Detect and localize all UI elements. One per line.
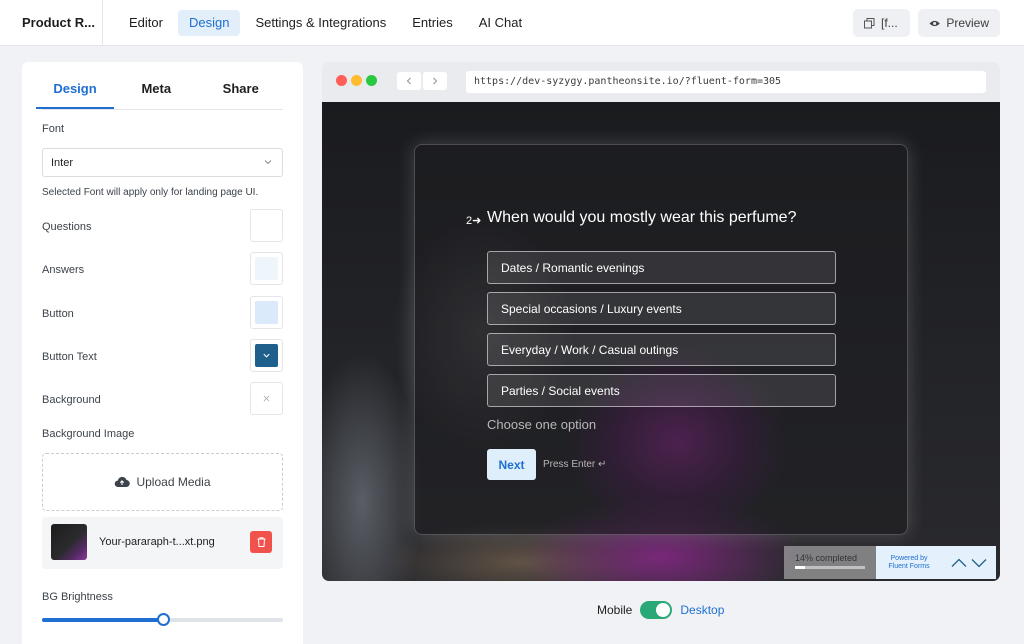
slider-fill: [42, 618, 163, 622]
forward-button[interactable]: [423, 72, 447, 90]
button-color-label: Button: [42, 308, 74, 320]
color-swatch: [255, 301, 278, 324]
bg-brightness-label: BG Brightness: [42, 591, 113, 603]
url-bar[interactable]: https://dev-syzygy.pantheonsite.io/?flue…: [466, 71, 986, 93]
copy-icon: [864, 17, 875, 28]
choose-hint: Choose one option: [487, 417, 597, 432]
answer-option[interactable]: Special occasions / Luxury events: [487, 292, 836, 325]
panel-tab-meta[interactable]: Meta: [114, 62, 199, 109]
shortcode-label: [f...: [881, 16, 898, 30]
divider: [102, 0, 103, 46]
upload-media-button[interactable]: Upload Media: [42, 453, 283, 511]
toggle-knob: [656, 603, 671, 617]
answers-color-picker[interactable]: [250, 252, 283, 285]
browser-toolbar: https://dev-syzygy.pantheonsite.io/?flue…: [322, 62, 1000, 102]
color-swatch: [255, 344, 278, 367]
slider-handle[interactable]: [156, 613, 170, 626]
chevron-up-icon: [951, 558, 967, 567]
questions-color-label: Questions: [42, 221, 92, 233]
file-thumbnail: [51, 524, 87, 560]
copy-shortcode-button[interactable]: [f...: [853, 9, 910, 37]
previous-question-button[interactable]: [951, 558, 967, 568]
preview-label: Preview: [946, 16, 989, 30]
next-button[interactable]: Next: [487, 449, 536, 480]
press-enter-hint: Press Enter ↵: [543, 459, 607, 470]
button-text-color-picker[interactable]: [250, 339, 283, 372]
chevron-down-icon: [263, 353, 270, 358]
eye-icon: [929, 20, 940, 26]
button-text-color-label: Button Text: [42, 351, 97, 363]
tab-entries[interactable]: Entries: [401, 10, 463, 36]
progress-track: [795, 566, 865, 569]
powered-by-badge[interactable]: Powered by Fluent Forms: [876, 546, 942, 579]
chevron-right-icon: [433, 77, 438, 85]
chevron-left-icon: [406, 77, 411, 85]
tab-editor[interactable]: Editor: [118, 10, 174, 36]
color-swatch: [255, 257, 278, 280]
window-maximize-dot: [366, 75, 377, 86]
font-label: Font: [42, 123, 65, 135]
back-button[interactable]: [397, 72, 421, 90]
panel-tabs: Design Meta Share: [36, 62, 284, 110]
question-nav: [942, 546, 996, 579]
device-toggle-row: Mobile Desktop: [597, 600, 724, 620]
close-icon: [263, 395, 270, 402]
chevron-down-icon: [264, 160, 272, 165]
color-swatch: [255, 214, 278, 237]
chevron-down-icon: [971, 558, 987, 567]
window-close-dot: [336, 75, 347, 86]
tab-settings-integrations[interactable]: Settings & Integrations: [244, 10, 397, 36]
top-bar: Product R... Editor Design Settings & In…: [0, 0, 1024, 46]
question-card: 2➜ When would you mostly wear this perfu…: [414, 144, 908, 535]
background-color-picker[interactable]: [250, 382, 283, 415]
window-minimize-dot: [351, 75, 362, 86]
mobile-label: Mobile: [597, 603, 633, 617]
font-value: Inter: [51, 157, 74, 169]
font-note: Selected Font will apply only for landin…: [42, 187, 259, 198]
design-settings-panel: Design Meta Share Font Inter Selected Fo…: [22, 62, 303, 644]
answer-option[interactable]: Parties / Social events: [487, 374, 836, 407]
progress-indicator: 14% completed: [784, 546, 876, 579]
tab-ai-chat[interactable]: AI Chat: [468, 10, 533, 36]
uploaded-file: Your-pararaph-t...xt.png: [42, 517, 283, 569]
file-name: Your-pararaph-t...xt.png: [99, 536, 215, 548]
progress-fill: [795, 566, 805, 569]
desktop-label: Desktop: [680, 603, 725, 617]
progress-text: 14% completed: [795, 553, 858, 563]
delete-file-button[interactable]: [250, 531, 272, 553]
background-color-label: Background: [42, 394, 101, 406]
answers-color-label: Answers: [42, 264, 85, 276]
form-title[interactable]: Product R...: [22, 15, 95, 30]
question-number: 2➜: [466, 215, 482, 227]
main-nav: Editor Design Settings & Integrations En…: [118, 10, 533, 36]
next-question-button[interactable]: [971, 558, 987, 568]
color-swatch: [255, 387, 278, 410]
questions-color-picker[interactable]: [250, 209, 283, 242]
tab-design[interactable]: Design: [177, 10, 241, 36]
cloud-upload-icon: [115, 476, 131, 488]
browser-nav: [397, 72, 447, 90]
fluent-forms-line: Fluent Forms: [888, 563, 930, 570]
bg-brightness-slider[interactable]: [42, 613, 283, 626]
font-select[interactable]: Inter: [42, 148, 283, 177]
trash-icon: [257, 537, 265, 547]
form-preview-stage: 2➜ When would you mostly wear this perfu…: [322, 102, 1000, 581]
panel-tab-share[interactable]: Share: [199, 62, 284, 109]
preview-browser: https://dev-syzygy.pantheonsite.io/?flue…: [322, 62, 1000, 581]
panel-tab-design[interactable]: Design: [36, 62, 114, 109]
device-toggle[interactable]: [640, 601, 673, 619]
answer-option[interactable]: Everyday / Work / Casual outings: [487, 333, 836, 366]
answer-option[interactable]: Dates / Romantic evenings: [487, 251, 836, 284]
button-color-picker[interactable]: [250, 296, 283, 329]
background-image-label: Background Image: [42, 428, 135, 440]
powered-by-line: Powered by: [890, 555, 928, 562]
upload-label: Upload Media: [136, 475, 211, 489]
question-text: When would you mostly wear this perfume?: [487, 209, 797, 226]
preview-button[interactable]: Preview: [918, 9, 1000, 37]
